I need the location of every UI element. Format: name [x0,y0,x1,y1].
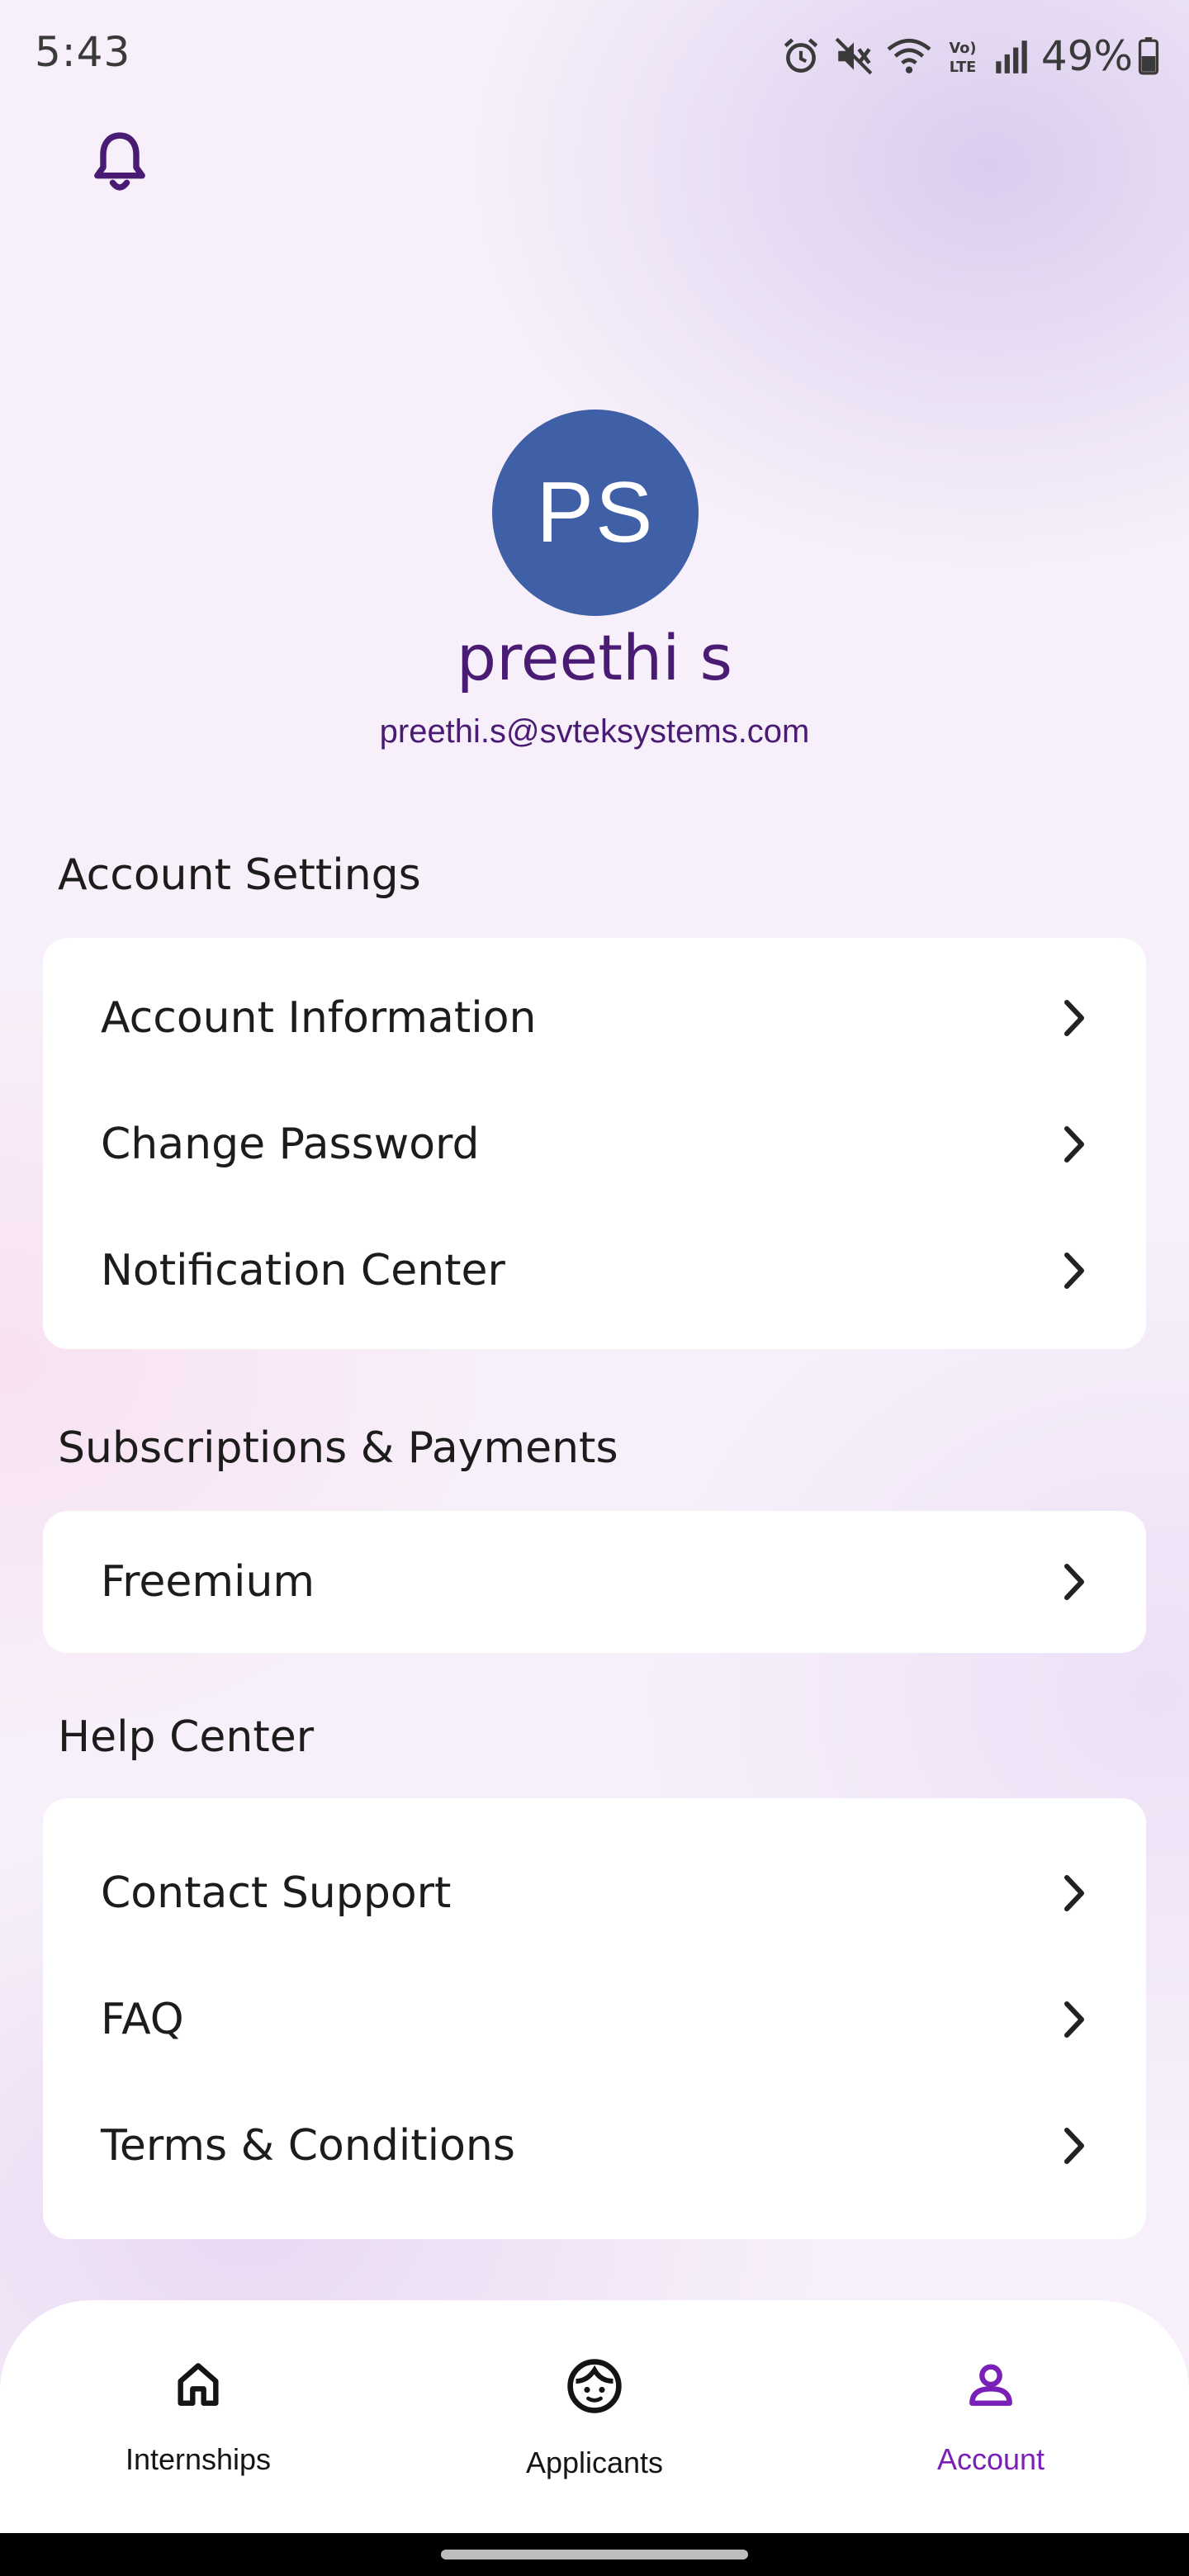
status-icons: Vo) LTE 49% [769,31,1159,81]
section-title-help-center: Help Center [58,1712,315,1762]
profile-name: preethi s [456,621,733,694]
status-bar: 5:43 Vo) LTE 49% [0,0,1189,112]
wifi-icon [886,36,932,77]
volte-icon: Vo) LTE [944,36,982,77]
face-icon [561,2353,628,2419]
menu-item-label: Terms & Conditions [101,2121,515,2171]
svg-text:LTE: LTE [950,59,977,76]
chevron-right-icon [1064,1126,1084,1163]
chevron-right-icon [1064,1000,1084,1036]
help-center-card: Contact Support FAQ Terms & Conditions [43,1798,1146,2239]
account-settings-card: Account Information Change Password Noti… [43,938,1146,1349]
svg-text:Vo): Vo) [949,40,976,57]
menu-item-change-password[interactable]: Change Password [43,1082,1146,1206]
battery-percent: 49% [1040,32,1133,80]
home-icon [165,2351,231,2417]
alarm-icon [780,36,822,77]
menu-item-terms-conditions[interactable]: Terms & Conditions [43,2084,1146,2208]
subscriptions-card: Freemium [43,1511,1146,1653]
menu-item-label: Change Password [101,1120,480,1169]
nav-label: Internships [125,2442,272,2476]
signal-icon [993,36,1030,77]
menu-item-label: Freemium [101,1557,315,1607]
bell-icon [94,132,145,191]
menu-item-account-information[interactable]: Account Information [43,956,1146,1080]
nav-item-applicants[interactable]: Applicants [396,2300,793,2533]
chevron-right-icon [1064,2128,1084,2164]
nav-item-account[interactable]: Account [793,2300,1189,2533]
avatar: PS [492,410,699,616]
menu-item-label: FAQ [101,1995,184,2044]
gesture-bar [0,2533,1189,2576]
notifications-button[interactable] [86,125,154,200]
battery-icon [1138,36,1159,77]
chevron-right-icon [1064,1252,1084,1289]
nav-label: Account [936,2442,1045,2476]
menu-item-label: Contact Support [101,1868,452,1918]
menu-item-label: Notification Center [101,1246,505,1295]
status-time: 5:43 [35,28,131,76]
section-title-account-settings: Account Settings [58,850,421,900]
profile-email: preethi.s@svteksystems.com [379,713,810,750]
mute-icon [833,36,874,77]
section-title-subscriptions: Subscriptions & Payments [58,1423,618,1473]
menu-item-notification-center[interactable]: Notification Center [43,1209,1146,1333]
person-icon [958,2351,1024,2417]
menu-item-faq[interactable]: FAQ [43,1958,1146,2081]
menu-item-freemium[interactable]: Freemium [43,1520,1146,1644]
nav-item-internships[interactable]: Internships [0,2300,396,2533]
chevron-right-icon [1064,1875,1084,1911]
chevron-right-icon [1064,2001,1084,2038]
bottom-nav: Internships Applicants Account [0,2300,1189,2533]
nav-label: Applicants [525,2446,664,2479]
menu-item-contact-support[interactable]: Contact Support [43,1831,1146,1955]
menu-item-label: Account Information [101,993,537,1043]
chevron-right-icon [1064,1564,1084,1600]
home-gesture-handle[interactable] [441,2550,748,2559]
